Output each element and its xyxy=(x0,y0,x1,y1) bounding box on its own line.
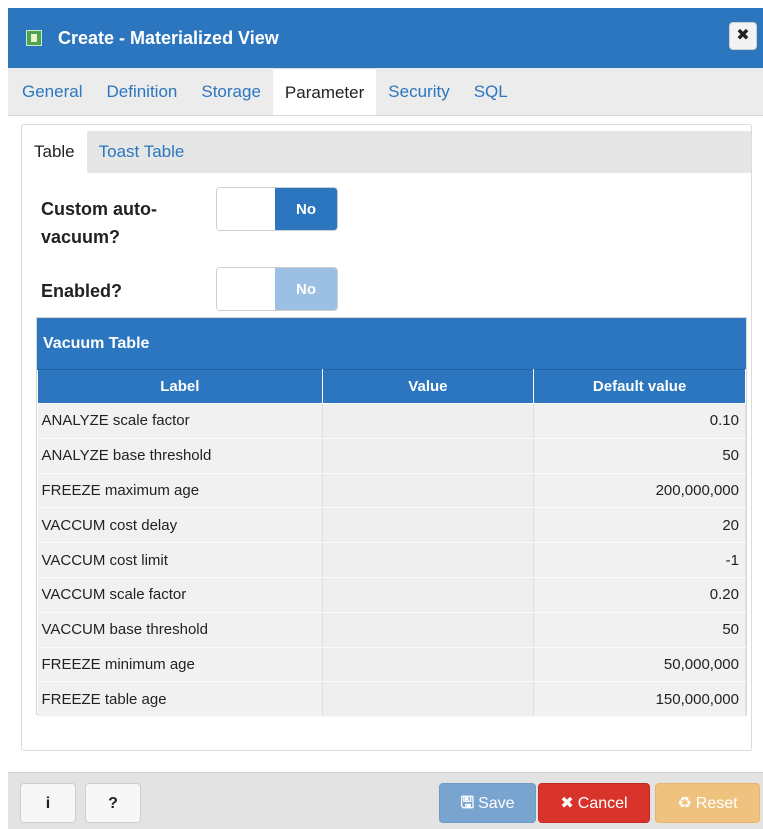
close-icon: ✖ xyxy=(736,27,750,44)
row-default: 20 xyxy=(533,507,746,544)
tab-general[interactable]: General xyxy=(8,68,94,115)
row-label: FREEZE minimum age xyxy=(37,647,323,683)
info-icon: i xyxy=(45,795,51,812)
column-header-value[interactable]: Value xyxy=(321,369,535,404)
table-row: FREEZE minimum age 50,000,000 xyxy=(37,647,746,683)
table-row: VACCUM base threshold 50 xyxy=(37,612,746,648)
row-label: ANALYZE scale factor xyxy=(37,403,323,439)
toggle-knob xyxy=(217,188,277,230)
row-label: VACCUM base threshold xyxy=(37,612,323,648)
row-value-cell[interactable] xyxy=(322,507,535,544)
table-row: ANALYZE scale factor 0.10 xyxy=(37,403,746,439)
enabled-label: Enabled? xyxy=(41,281,123,301)
dialog-title: Create - Materialized View xyxy=(58,27,279,48)
tab-sql[interactable]: SQL xyxy=(462,68,520,115)
row-value-cell[interactable] xyxy=(322,612,535,648)
materialized-view-icon xyxy=(26,30,42,46)
custom-autovacuum-toggle[interactable]: No xyxy=(216,187,338,231)
row-label: VACCUM scale factor xyxy=(37,577,323,613)
subtab-toast-table[interactable]: Toast Table xyxy=(87,131,197,173)
reset-button[interactable]: ♻ Reset xyxy=(655,783,760,823)
row-default: 0.20 xyxy=(533,577,746,613)
close-button[interactable]: ✖ xyxy=(729,22,757,50)
table-row: VACCUM cost delay 20 xyxy=(37,507,746,544)
dialog-titlebar: Create - Materialized View ✖ xyxy=(8,8,763,68)
help-icon: ? xyxy=(108,795,118,812)
info-button[interactable]: i xyxy=(20,783,76,823)
vacuum-table-panel: Vacuum Table Label Value Default value A… xyxy=(36,317,747,718)
table-row: FREEZE maximum age 200,000,000 xyxy=(37,473,746,509)
subtab-table[interactable]: Table xyxy=(22,131,87,173)
row-default: 50 xyxy=(533,612,746,648)
row-label: VACCUM cost limit xyxy=(37,542,323,578)
row-label: VACCUM cost delay xyxy=(37,507,323,544)
save-button[interactable]: 🖫 Save xyxy=(439,783,536,823)
row-label: FREEZE table age xyxy=(37,681,323,718)
custom-autovacuum-label: Custom auto- vacuum? xyxy=(41,195,157,251)
save-label: Save xyxy=(478,795,515,812)
floppy-disk-icon: 🖫 xyxy=(460,795,475,812)
parameter-panel: Table Toast Table Custom auto- vacuum? N… xyxy=(21,124,752,751)
cancel-label: Cancel xyxy=(577,795,628,812)
column-header-label[interactable]: Label xyxy=(37,369,323,404)
materialized-view-dialog: Create - Materialized View ✖ General Def… xyxy=(8,0,763,829)
row-value-cell[interactable] xyxy=(322,438,535,474)
enabled-toggle[interactable]: No xyxy=(216,267,338,311)
row-default: 150,000,000 xyxy=(533,681,746,718)
row-value-cell[interactable] xyxy=(322,647,535,683)
row-label: ANALYZE base threshold xyxy=(37,438,323,474)
help-button[interactable]: ? xyxy=(85,783,141,823)
custom-autovacuum-label-line1: Custom auto- xyxy=(41,199,157,219)
tab-definition[interactable]: Definition xyxy=(94,68,189,115)
row-default: 50 xyxy=(533,438,746,474)
parameter-subtabs: Table Toast Table xyxy=(22,131,751,173)
tab-storage[interactable]: Storage xyxy=(189,68,273,115)
row-default: 200,000,000 xyxy=(533,473,746,509)
row-value-cell[interactable] xyxy=(322,577,535,613)
column-header-default[interactable]: Default value xyxy=(533,369,746,404)
table-row: VACCUM cost limit -1 xyxy=(37,542,746,578)
row-value-cell[interactable] xyxy=(322,681,535,718)
row-value-cell[interactable] xyxy=(322,473,535,509)
row-default: 50,000,000 xyxy=(533,647,746,683)
cancel-button[interactable]: ✖ Cancel xyxy=(538,783,650,823)
toggle-knob xyxy=(217,268,277,310)
vacuum-table: Label Value Default value ANALYZE scale … xyxy=(37,369,746,718)
table-row: VACCUM scale factor 0.20 xyxy=(37,577,746,613)
reset-label: Reset xyxy=(695,795,738,812)
row-default: 0.10 xyxy=(533,403,746,439)
tab-security[interactable]: Security xyxy=(376,68,461,115)
recycle-icon: ♻ xyxy=(677,795,692,812)
dialog-footer: i ? 🖫 Save ✖ Cancel ♻ Reset xyxy=(8,772,763,829)
tab-parameter[interactable]: Parameter xyxy=(272,68,377,115)
row-value-cell[interactable] xyxy=(322,542,535,578)
custom-autovacuum-label-line2: vacuum? xyxy=(41,227,121,247)
toggle-state: No xyxy=(275,268,337,310)
x-icon: ✖ xyxy=(560,795,574,812)
table-row: FREEZE table age 150,000,000 xyxy=(37,681,746,718)
row-default: -1 xyxy=(533,542,746,578)
toggle-state: No xyxy=(275,188,337,230)
row-label: FREEZE maximum age xyxy=(37,473,323,509)
vacuum-table-title: Vacuum Table xyxy=(37,318,746,369)
table-row: ANALYZE base threshold 50 xyxy=(37,438,746,474)
main-tabs: General Definition Storage Parameter Sec… xyxy=(8,68,763,116)
row-value-cell[interactable] xyxy=(322,403,535,439)
